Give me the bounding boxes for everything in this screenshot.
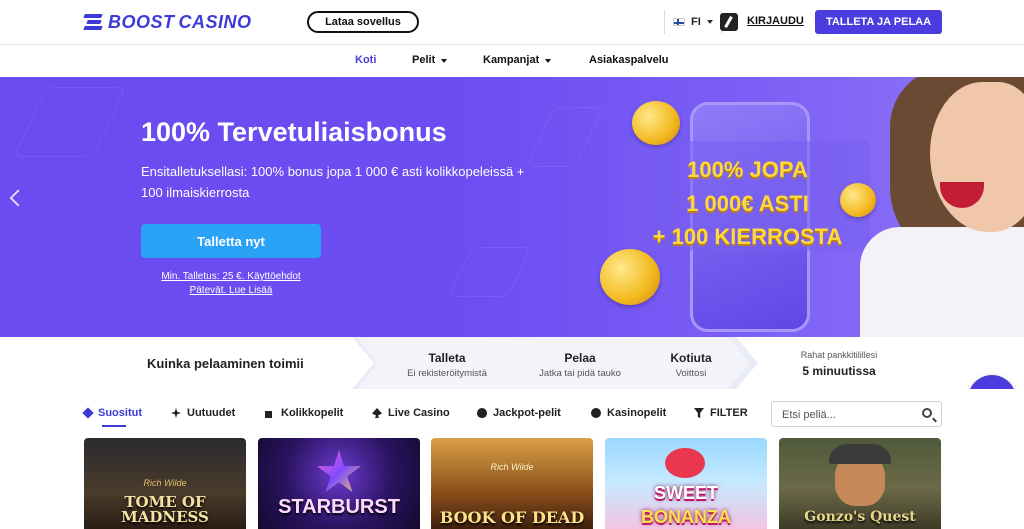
step-play: Pelaa Jatka tai pidä tauko bbox=[525, 351, 635, 379]
finland-flag-icon bbox=[673, 18, 685, 26]
promo-line-1: 100% JOPA bbox=[687, 157, 808, 182]
hero-description: Ensitalletuksellasi: 100% bonus jopa 1 0… bbox=[141, 164, 525, 200]
chevron-down-icon bbox=[441, 59, 448, 63]
gold-coin-icon bbox=[632, 101, 680, 145]
tab-label: Kasinopelit bbox=[607, 407, 667, 419]
search-input[interactable] bbox=[782, 407, 912, 422]
nav-item-games[interactable]: Pelit bbox=[412, 54, 448, 66]
game-category-bar: Suositut Uutuudet Kolikkopelit Live Casi… bbox=[0, 389, 1024, 437]
step-title: Kotiuta bbox=[670, 351, 712, 365]
nav-item-campaigns[interactable]: Kampanjat bbox=[483, 54, 552, 66]
search-box[interactable] bbox=[771, 401, 942, 427]
filter-button[interactable]: FILTER bbox=[694, 407, 748, 419]
search-icon[interactable] bbox=[922, 408, 932, 418]
login-icon[interactable] bbox=[720, 13, 738, 31]
terms-link[interactable]: Min. Talletus: 25 €. Käyttöehdot Pätevät… bbox=[141, 270, 321, 298]
tab-slots[interactable]: Kolikkopelit bbox=[265, 407, 343, 419]
nav-item-support[interactable]: Asiakaspalvelu bbox=[589, 54, 669, 66]
game-title: BOOK OF DEAD bbox=[439, 508, 585, 527]
terms-line: Pätevät. Lue Lisää bbox=[189, 285, 273, 296]
step-deposit: Talleta Ei rekisteröitymistä bbox=[392, 351, 502, 379]
helmet-icon bbox=[829, 444, 891, 464]
how-it-works-title: Kuinka pelaaminen toimii bbox=[147, 356, 304, 371]
star-icon bbox=[316, 450, 362, 492]
tab-label: Uutuudet bbox=[187, 407, 236, 419]
promo-line-3: + 100 KIERROSTA bbox=[652, 224, 843, 249]
main-nav: Koti Pelit Kampanjat Asiakaspalvelu bbox=[0, 46, 1024, 76]
step-title: Talleta bbox=[428, 351, 466, 365]
how-it-works-bar: Kuinka pelaaminen toimii Talleta Ei reki… bbox=[0, 337, 1024, 389]
tab-live-casino[interactable]: Live Casino bbox=[372, 407, 450, 419]
game-subtitle: Rich Wilde bbox=[143, 478, 187, 488]
login-link[interactable]: KIRJAUDU bbox=[747, 15, 804, 27]
logo-text: BOOST CASINO bbox=[108, 11, 252, 32]
tab-new[interactable]: Uutuudet bbox=[171, 407, 235, 419]
spade-icon bbox=[372, 408, 382, 418]
money-bag-icon bbox=[477, 408, 487, 418]
step-withdraw: Kotiuta Voittosi bbox=[646, 351, 736, 379]
active-tab-underline bbox=[102, 425, 126, 427]
logo-mark-icon bbox=[83, 11, 106, 33]
deposit-now-button[interactable]: Talletta nyt bbox=[141, 224, 321, 258]
tab-label: FILTER bbox=[710, 407, 748, 419]
download-app-button[interactable]: Lataa sovellus bbox=[307, 11, 419, 33]
tab-label: Suositut bbox=[98, 407, 142, 419]
game-title: TOME OF MADNESS bbox=[121, 493, 209, 526]
tab-label: Live Casino bbox=[388, 407, 450, 419]
step-subtitle: Ei rekisteröitymistä bbox=[407, 368, 487, 379]
game-tile-gonzos-quest[interactable]: Gonzo's Quest bbox=[779, 438, 941, 529]
game-title: Gonzo's Quest bbox=[804, 509, 916, 525]
payout-title: 5 minuutissa bbox=[802, 364, 876, 378]
tab-popular[interactable]: Suositut bbox=[82, 407, 142, 419]
tab-label: Kolikkopelit bbox=[281, 407, 344, 419]
roulette-icon bbox=[591, 408, 601, 418]
chevron-down-icon bbox=[706, 20, 713, 24]
candy-heart-icon bbox=[665, 448, 705, 478]
game-tile-sweet-bonanza[interactable]: SWEET BONANZA bbox=[605, 438, 767, 529]
nav-item-home[interactable]: Koti bbox=[355, 54, 376, 66]
payout-subtitle: Rahat pankkitilillesi bbox=[800, 350, 878, 360]
game-tile-starburst[interactable]: STARBURST bbox=[258, 438, 420, 529]
language-label: FI bbox=[691, 16, 701, 28]
game-subtitle: Rich Wilde bbox=[490, 462, 534, 472]
tab-label: Jackpot-pelit bbox=[493, 407, 561, 419]
game-title: BONANZA bbox=[641, 507, 731, 527]
game-tile-book-of-dead[interactable]: Rich Wilde BOOK OF DEAD bbox=[431, 438, 593, 529]
deposit-play-button[interactable]: TALLETA JA PELAA bbox=[815, 10, 942, 34]
chevron-down-icon bbox=[545, 59, 552, 63]
step-title: Pelaa bbox=[564, 351, 596, 365]
hero-banner: 100% Tervetuliaisbonus Ensitalletuksella… bbox=[0, 77, 1024, 337]
smiling-woman-image bbox=[850, 77, 1024, 337]
game-tile-tome-of-madness[interactable]: Rich Wilde TOME OF MADNESS bbox=[84, 438, 246, 529]
tab-jackpot[interactable]: Jackpot-pelit bbox=[477, 407, 561, 419]
terms-line: Min. Talletus: 25 €. Käyttöehdot bbox=[161, 271, 301, 282]
star-tag-icon bbox=[82, 407, 94, 419]
slot-lever-icon bbox=[265, 411, 272, 418]
boost-casino-logo[interactable]: BOOST CASINO bbox=[83, 9, 252, 35]
gold-coin-icon bbox=[600, 249, 660, 305]
step-subtitle: Jatka tai pidä tauko bbox=[539, 368, 621, 379]
payout-info: Rahat pankkitilillesi 5 minuutissa bbox=[774, 350, 904, 378]
shirt-shape bbox=[860, 227, 1024, 337]
tab-casino-games[interactable]: Kasinopelit bbox=[591, 407, 666, 419]
step-subtitle: Voittosi bbox=[675, 368, 707, 379]
top-header: BOOST CASINO Lataa sovellus FI KIRJAUDU T… bbox=[0, 0, 1024, 45]
sparkle-icon bbox=[171, 408, 181, 418]
language-selector[interactable]: FI bbox=[664, 10, 722, 34]
hero-title: 100% Tervetuliaisbonus bbox=[141, 117, 447, 147]
promo-line-2: 1 000€ ASTI bbox=[686, 191, 809, 216]
game-title-top: SWEET bbox=[653, 483, 718, 503]
game-title: STARBURST bbox=[278, 496, 400, 518]
filter-icon bbox=[694, 408, 704, 418]
